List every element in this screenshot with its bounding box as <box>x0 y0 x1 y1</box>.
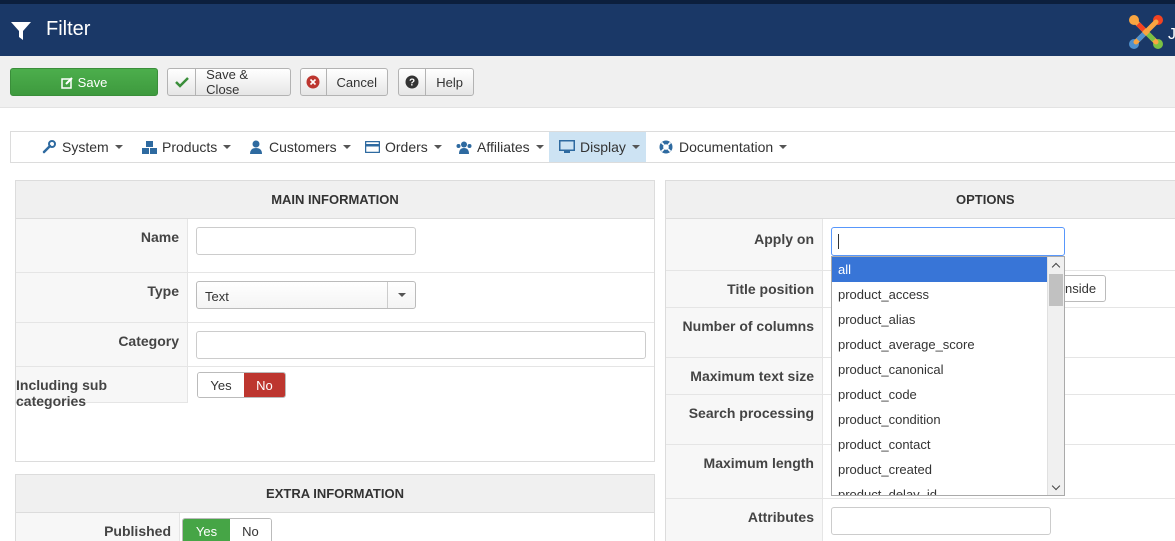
published-row: Published Yes No <box>16 513 654 541</box>
header-truncated-text: J <box>1168 26 1175 43</box>
joomla-logo-icon <box>1129 15 1163 49</box>
published-toggle: Yes No <box>182 518 272 541</box>
dropdown-option[interactable]: product_code <box>832 382 1048 407</box>
published-yes[interactable]: Yes <box>183 519 230 541</box>
scroll-down-icon[interactable] <box>1048 479 1064 495</box>
scrollbar-thumb[interactable] <box>1049 274 1063 306</box>
help-label: Help <box>436 74 463 90</box>
dropdown-option[interactable]: product_contact <box>832 432 1048 457</box>
cancel-label: Cancel <box>336 74 377 90</box>
menu-documentation-label: Documentation <box>679 139 774 155</box>
svg-text:?: ? <box>409 78 415 89</box>
edit-icon <box>60 76 73 89</box>
title-position-label: Title position <box>727 281 814 297</box>
menu-products-label: Products <box>162 139 218 155</box>
save-button[interactable]: Save <box>10 68 158 96</box>
check-icon <box>168 69 197 95</box>
hikashop-menu: System Products Customers Orders Affilia… <box>10 131 1175 163</box>
published-no[interactable]: No <box>229 519 271 541</box>
type-row: Type Text <box>16 273 654 323</box>
page-header: Filter J <box>0 4 1175 56</box>
text-cursor <box>838 234 839 249</box>
menu-display[interactable]: Display <box>549 132 646 162</box>
dropdown-option[interactable]: product_alias <box>832 307 1048 332</box>
menu-system[interactable]: System <box>41 132 123 162</box>
extra-information-panel: EXTRA INFORMATION Published Yes No <box>15 474 655 541</box>
monitor-icon <box>559 140 575 154</box>
type-label: Type <box>147 283 179 299</box>
lifebuoy-icon <box>658 140 674 154</box>
category-input[interactable] <box>196 331 646 359</box>
menu-affiliates[interactable]: Affiliates <box>456 132 544 162</box>
save-label: Save <box>77 74 108 90</box>
scroll-up-icon[interactable] <box>1048 257 1064 273</box>
name-input[interactable] <box>196 227 416 255</box>
dropdown-option[interactable]: product_delay_id <box>832 482 1048 495</box>
cancel-button[interactable]: Cancel <box>300 68 388 96</box>
question-circle-icon: ? <box>399 69 427 95</box>
dropdown-option[interactable]: all <box>832 257 1048 282</box>
filter-icon <box>11 22 31 40</box>
attributes-input[interactable] <box>831 507 1051 535</box>
menu-orders[interactable]: Orders <box>364 132 442 162</box>
max-text-size-label: Maximum text size <box>690 368 814 384</box>
attributes-row: Attributes <box>666 499 1175 541</box>
credit-card-icon <box>364 140 380 154</box>
type-select[interactable]: Text <box>196 281 416 309</box>
dropdown-option[interactable]: product_condition <box>832 407 1048 432</box>
sub-categories-yes[interactable]: Yes <box>198 373 244 397</box>
options-heading: OPTIONS <box>666 181 1175 219</box>
wrench-icon <box>41 140 57 154</box>
category-label: Category <box>118 333 179 349</box>
sub-categories-toggle: Yes No <box>197 372 286 398</box>
menu-customers-label: Customers <box>269 139 337 155</box>
number-columns-label: Number of columns <box>682 318 814 334</box>
save-close-button[interactable]: Save & Close <box>167 67 291 97</box>
sub-categories-label: Including sub categories <box>16 377 107 409</box>
cancel-circle-icon <box>301 69 327 95</box>
name-row: Name <box>16 219 654 273</box>
type-value: Text <box>205 289 229 304</box>
chevron-down-icon <box>387 282 415 308</box>
menu-customers[interactable]: Customers <box>248 132 351 162</box>
help-button[interactable]: ? Help <box>398 68 474 96</box>
category-row: Category <box>16 323 654 367</box>
users-icon <box>456 140 472 154</box>
dropdown-scrollbar[interactable] <box>1047 257 1064 495</box>
save-close-label: Save & Close <box>206 67 249 97</box>
apply-on-dropdown-list[interactable]: all product_access product_alias product… <box>831 256 1065 496</box>
apply-on-search-input[interactable] <box>831 227 1065 256</box>
published-label: Published <box>104 523 171 539</box>
menu-orders-label: Orders <box>385 139 428 155</box>
name-label: Name <box>140 229 179 245</box>
main-information-heading: MAIN INFORMATION <box>16 181 654 219</box>
user-icon <box>248 140 264 154</box>
search-processing-label: Search processing <box>688 405 814 421</box>
extra-information-heading: EXTRA INFORMATION <box>16 475 654 513</box>
toolbar: Save Save & Close Cancel ? Help <box>0 56 1175 108</box>
sub-categories-no[interactable]: No <box>243 373 285 397</box>
apply-on-label: Apply on <box>754 231 814 247</box>
sub-categories-row: Including sub categories Yes No <box>16 367 654 409</box>
dropdown-option[interactable]: product_access <box>832 282 1048 307</box>
menu-affiliates-label: Affiliates <box>477 139 530 155</box>
dropdown-option[interactable]: product_average_score <box>832 332 1048 357</box>
attributes-label: Attributes <box>747 509 814 525</box>
max-length-label: Maximum length <box>703 455 814 471</box>
menu-system-label: System <box>62 139 109 155</box>
main-information-panel: MAIN INFORMATION Name Type Text Category… <box>15 180 655 462</box>
menu-display-label: Display <box>580 139 626 155</box>
dropdown-option[interactable]: product_created <box>832 457 1048 482</box>
page-title: Filter <box>46 18 91 40</box>
cubes-icon <box>141 140 157 154</box>
menu-documentation[interactable]: Documentation <box>658 132 788 162</box>
dropdown-option[interactable]: product_canonical <box>832 357 1048 382</box>
menu-products[interactable]: Products <box>141 132 232 162</box>
